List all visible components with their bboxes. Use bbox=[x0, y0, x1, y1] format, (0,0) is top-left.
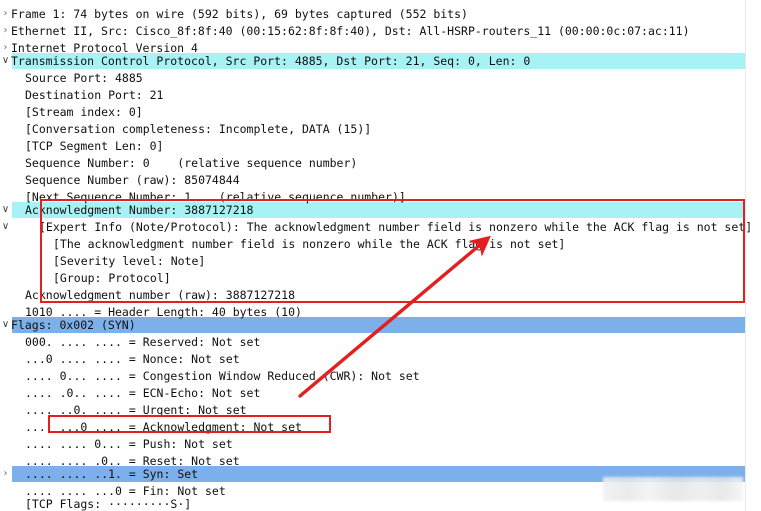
tree-label-sequence-number: Sequence Number: 0 (relative sequence nu… bbox=[25, 156, 358, 170]
tree-label-tcp: Transmission Control Protocol, Src Port:… bbox=[11, 54, 531, 68]
tree-row-flag-reserved[interactable]: 000. .... .... = Reserved: Not set bbox=[0, 334, 761, 350]
tree-label-flag-ecn-echo: .... .0.. .... = ECN-Echo: Not set bbox=[25, 386, 261, 400]
chevron-down-icon[interactable]: ∨ bbox=[0, 53, 11, 69]
tree-row-flag-nonce[interactable]: ...0 .... .... = Nonce: Not set bbox=[0, 351, 761, 367]
tree-row-severity-level[interactable]: [Severity level: Note] bbox=[0, 253, 761, 269]
chevron-down-icon[interactable]: ∨ bbox=[0, 219, 11, 235]
tree-row-flag-push[interactable]: .... .... 0... = Push: Not set bbox=[0, 436, 761, 452]
tree-row-group[interactable]: [Group: Protocol] bbox=[0, 270, 761, 286]
chevron-right-icon[interactable]: › bbox=[0, 6, 11, 22]
tree-row-stream-index[interactable]: [Stream index: 0] bbox=[0, 104, 761, 120]
tree-row-tcp-segment-len[interactable]: [TCP Segment Len: 0] bbox=[0, 138, 761, 154]
tree-row-source-port[interactable]: Source Port: 4885 bbox=[0, 70, 761, 86]
tree-label-group: [Group: Protocol] bbox=[53, 271, 171, 285]
tree-row-ethernet[interactable]: › Ethernet II, Src: Cisco_8f:8f:40 (00:15… bbox=[0, 23, 761, 39]
tree-label-expert-message: [The acknowledgment number field is nonz… bbox=[53, 237, 566, 251]
tree-label-tcp-flags-summary: [TCP Flags: ·········S·] bbox=[25, 497, 192, 511]
wireshark-packet-details-pane: › Frame 1: 74 bytes on wire (592 bits), 6… bbox=[0, 0, 761, 511]
watermark-smudge bbox=[603, 477, 743, 501]
tree-label-frame: Frame 1: 74 bytes on wire (592 bits), 69… bbox=[11, 7, 468, 21]
tree-label-flag-nonce: ...0 .... .... = Nonce: Not set bbox=[25, 352, 240, 366]
tree-row-acknowledgment-number-raw[interactable]: Acknowledgment number (raw): 3887127218 bbox=[0, 287, 761, 303]
tree-label-flag-reserved: 000. .... .... = Reserved: Not set bbox=[25, 335, 261, 349]
tree-row-flag-cwr[interactable]: .... 0... .... = Congestion Window Reduc… bbox=[0, 368, 761, 384]
tree-row-sequence-number-raw[interactable]: Sequence Number (raw): 85074844 bbox=[0, 172, 761, 188]
tree-label-stream-index: [Stream index: 0] bbox=[25, 105, 143, 119]
tree-label-conversation-completeness: [Conversation completeness: Incomplete, … bbox=[25, 122, 372, 136]
tree-row-tcp[interactable]: ∨ Transmission Control Protocol, Src Port… bbox=[0, 53, 761, 69]
tree-row-expert-info[interactable]: ∨ [Expert Info (Note/Protocol): The ackno… bbox=[0, 219, 761, 235]
tree-label-flag-acknowledgment: .... ...0 .... = Acknowledgment: Not set bbox=[25, 420, 302, 434]
chevron-right-icon[interactable]: › bbox=[0, 23, 11, 39]
tree-row-sequence-number[interactable]: Sequence Number: 0 (relative sequence nu… bbox=[0, 155, 761, 171]
tree-label-flag-syn: .... .... ..1. = Syn: Set bbox=[25, 467, 199, 481]
tree-label-acknowledgment-number-raw: Acknowledgment number (raw): 3887127218 bbox=[25, 288, 296, 302]
tree-row-flag-urgent[interactable]: .... ..0. .... = Urgent: Not set bbox=[0, 402, 761, 418]
tree-label-expert-info: [Expert Info (Note/Protocol): The acknow… bbox=[39, 220, 753, 234]
tree-label-destination-port: Destination Port: 21 bbox=[25, 88, 164, 102]
tree-label-flag-urgent: .... ..0. .... = Urgent: Not set bbox=[25, 403, 247, 417]
tree-label-flag-cwr: .... 0... .... = Congestion Window Reduc… bbox=[25, 369, 420, 383]
tree-label-sequence-number-raw: Sequence Number (raw): 85074844 bbox=[25, 173, 240, 187]
tree-label-severity-level: [Severity level: Note] bbox=[53, 254, 206, 268]
tree-row-conversation-completeness[interactable]: [Conversation completeness: Incomplete, … bbox=[0, 121, 761, 137]
chevron-down-icon[interactable]: ∨ bbox=[0, 202, 11, 218]
tree-row-flag-ecn-echo[interactable]: .... .0.. .... = ECN-Echo: Not set bbox=[0, 385, 761, 401]
pane-right-edge bbox=[745, 0, 746, 511]
tree-label-ethernet: Ethernet II, Src: Cisco_8f:8f:40 (00:15:… bbox=[11, 24, 690, 38]
tree-label-acknowledgment-number: Acknowledgment Number: 3887127218 bbox=[25, 203, 254, 217]
chevron-right-icon[interactable]: › bbox=[0, 466, 11, 482]
tree-row-destination-port[interactable]: Destination Port: 21 bbox=[0, 87, 761, 103]
tree-row-flags[interactable]: ∨ Flags: 0x002 (SYN) bbox=[0, 317, 761, 333]
tree-label-tcp-segment-len: [TCP Segment Len: 0] bbox=[25, 139, 164, 153]
tree-label-source-port: Source Port: 4885 bbox=[25, 71, 143, 85]
tree-label-flag-push: .... .... 0... = Push: Not set bbox=[25, 437, 233, 451]
tree-label-flags: Flags: 0x002 (SYN) bbox=[11, 318, 136, 332]
tree-row-frame[interactable]: › Frame 1: 74 bytes on wire (592 bits), 6… bbox=[0, 6, 761, 22]
chevron-down-icon[interactable]: ∨ bbox=[0, 317, 11, 333]
tree-row-expert-message[interactable]: [The acknowledgment number field is nonz… bbox=[0, 236, 761, 252]
tree-row-flag-acknowledgment[interactable]: .... ...0 .... = Acknowledgment: Not set bbox=[0, 419, 761, 435]
